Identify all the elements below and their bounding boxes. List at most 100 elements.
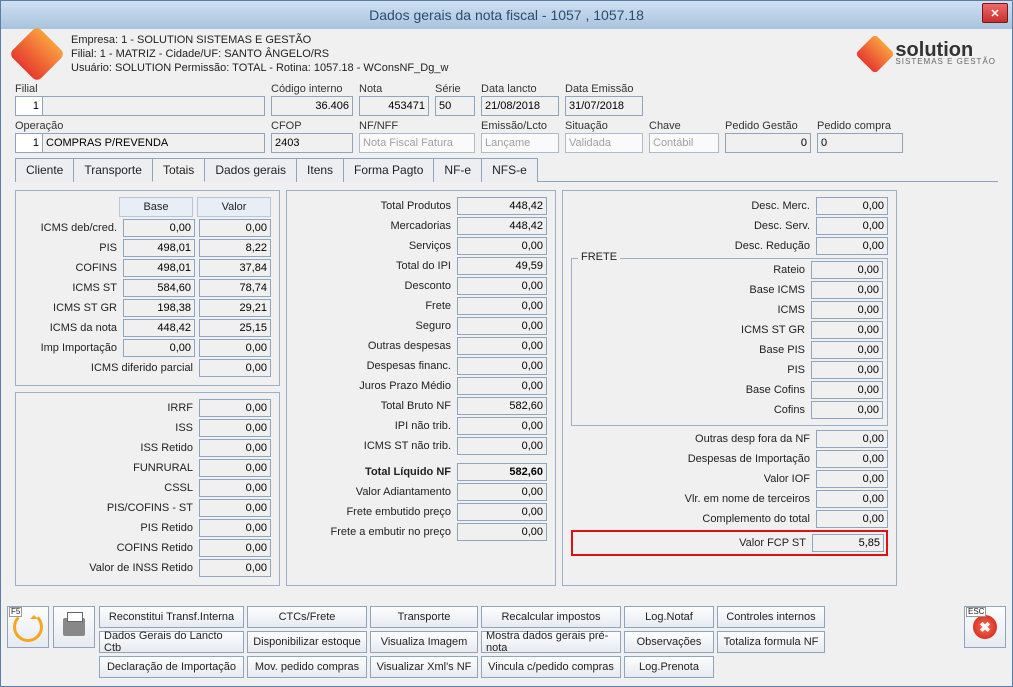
field-value[interactable] xyxy=(816,490,888,508)
field-value[interactable] xyxy=(811,381,883,399)
print-button[interactable] xyxy=(53,606,95,648)
field-value[interactable] xyxy=(816,237,888,255)
field-value[interactable] xyxy=(457,217,547,235)
operacao-text-input[interactable] xyxy=(43,133,265,153)
close-button[interactable]: ✕ xyxy=(982,3,1008,23)
field-value[interactable] xyxy=(457,237,547,255)
field-value[interactable] xyxy=(811,401,883,419)
serie-input[interactable] xyxy=(435,96,475,116)
field-value[interactable] xyxy=(457,417,547,435)
field-value[interactable] xyxy=(816,510,888,528)
action-reconstitui-transf-interna[interactable]: Reconstitui Transf.Interna xyxy=(99,606,244,628)
action-transporte[interactable]: Transporte xyxy=(370,606,478,628)
field-value[interactable] xyxy=(457,317,547,335)
field-value[interactable] xyxy=(457,523,547,541)
field-value[interactable] xyxy=(816,470,888,488)
f5-refresh-button[interactable]: F5 xyxy=(7,606,49,648)
field-value[interactable] xyxy=(811,321,883,339)
action-disponibilizar-estoque[interactable]: Disponibilizar estoque xyxy=(247,631,367,653)
action-declara-o-de-importa-o[interactable]: Declaração de Importação xyxy=(99,656,244,678)
action-dados-gerais-do-lancto-ctb[interactable]: Dados Gerais do Lancto Ctb xyxy=(99,631,244,653)
action-mov-pedido-compras[interactable]: Mov. pedido compras xyxy=(247,656,367,678)
tab-totais[interactable]: Totais xyxy=(152,158,205,182)
field-value[interactable] xyxy=(811,301,883,319)
esc-close-button[interactable]: ESC ✖ xyxy=(964,606,1006,648)
base-value[interactable] xyxy=(123,259,195,277)
tab-itens[interactable]: Itens xyxy=(296,158,344,182)
field-value[interactable] xyxy=(811,341,883,359)
action-recalcular-impostos[interactable]: Recalcular impostos xyxy=(481,606,621,628)
field-value[interactable] xyxy=(457,397,547,415)
valor-value[interactable] xyxy=(199,239,271,257)
field-value[interactable] xyxy=(199,479,271,497)
valor-value[interactable] xyxy=(199,319,271,337)
action-totaliza-formula-nf[interactable]: Totaliza formula NF xyxy=(717,631,825,653)
field-value[interactable] xyxy=(816,217,888,235)
situacao-select[interactable]: Validada xyxy=(565,133,643,153)
tab-dados-gerais[interactable]: Dados gerais xyxy=(204,158,297,182)
action-observa-es[interactable]: Observações xyxy=(624,631,714,653)
base-value[interactable] xyxy=(123,239,195,257)
field-value[interactable] xyxy=(457,297,547,315)
field-value[interactable] xyxy=(199,559,271,577)
field-value[interactable] xyxy=(199,459,271,477)
total-liquido-value[interactable] xyxy=(457,463,547,481)
field-value[interactable] xyxy=(811,281,883,299)
filial-text-input[interactable] xyxy=(43,96,265,116)
field-value[interactable] xyxy=(199,539,271,557)
tab-forma-pagto[interactable]: Forma Pagto xyxy=(343,158,434,182)
pedido-compra-input[interactable] xyxy=(817,133,903,153)
valor-value[interactable] xyxy=(199,259,271,277)
field-value[interactable] xyxy=(199,519,271,537)
cfop-input[interactable] xyxy=(271,133,353,153)
base-value[interactable] xyxy=(123,299,195,317)
tab-nf-e[interactable]: NF-e xyxy=(433,158,482,182)
valor-fcp-st-value[interactable] xyxy=(812,534,884,552)
valor-value[interactable] xyxy=(199,219,271,237)
tab-cliente[interactable]: Cliente xyxy=(15,158,74,182)
action-vincula-c-pedido-compras[interactable]: Vincula c/pedido compras xyxy=(481,656,621,678)
field-value[interactable] xyxy=(816,430,888,448)
field-value[interactable] xyxy=(199,419,271,437)
tab-transporte[interactable]: Transporte xyxy=(73,158,153,182)
nfnff-select[interactable]: Nota Fiscal Fatura xyxy=(359,133,475,153)
action-log-notaf[interactable]: Log.Notaf xyxy=(624,606,714,628)
chave-select[interactable]: Contábil xyxy=(649,133,719,153)
action-ctcs-frete[interactable]: CTCs/Frete xyxy=(247,606,367,628)
valor-value[interactable] xyxy=(199,339,271,357)
base-value[interactable] xyxy=(123,279,195,297)
field-value[interactable] xyxy=(199,399,271,417)
nota-input[interactable] xyxy=(359,96,429,116)
field-value[interactable] xyxy=(457,277,547,295)
field-value[interactable] xyxy=(811,261,883,279)
base-value[interactable] xyxy=(123,339,195,357)
field-value[interactable] xyxy=(457,357,547,375)
action-log-prenota[interactable]: Log.Prenota xyxy=(624,656,714,678)
field-value[interactable] xyxy=(457,437,547,455)
base-value[interactable] xyxy=(123,219,195,237)
action-visualiza-imagem[interactable]: Visualiza Imagem xyxy=(370,631,478,653)
field-value[interactable] xyxy=(816,197,888,215)
filial-num-input[interactable] xyxy=(15,96,43,116)
icms-diferido-value[interactable] xyxy=(199,359,271,377)
action-controles-internos[interactable]: Controles internos xyxy=(717,606,825,628)
field-value[interactable] xyxy=(457,337,547,355)
field-value[interactable] xyxy=(457,377,547,395)
data-emissao-input[interactable] xyxy=(565,96,643,116)
field-value[interactable] xyxy=(457,257,547,275)
operacao-num-input[interactable] xyxy=(15,133,43,153)
action-visualizar-xml-s-nf[interactable]: Visualizar Xml's NF xyxy=(370,656,478,678)
base-value[interactable] xyxy=(123,319,195,337)
tab-nfs-e[interactable]: NFS-e xyxy=(481,158,538,182)
field-value[interactable] xyxy=(199,439,271,457)
field-value[interactable] xyxy=(457,197,547,215)
valor-value[interactable] xyxy=(199,279,271,297)
codigo-interno-input[interactable] xyxy=(271,96,353,116)
pedido-gestao-input[interactable] xyxy=(725,133,811,153)
emissao-lcto-select[interactable]: Lançame xyxy=(481,133,559,153)
field-value[interactable] xyxy=(199,499,271,517)
field-value[interactable] xyxy=(816,450,888,468)
field-value[interactable] xyxy=(457,483,547,501)
action-mostra-dados-gerais-pr-nota[interactable]: Mostra dados gerais pré-nota xyxy=(481,631,621,653)
field-value[interactable] xyxy=(457,503,547,521)
